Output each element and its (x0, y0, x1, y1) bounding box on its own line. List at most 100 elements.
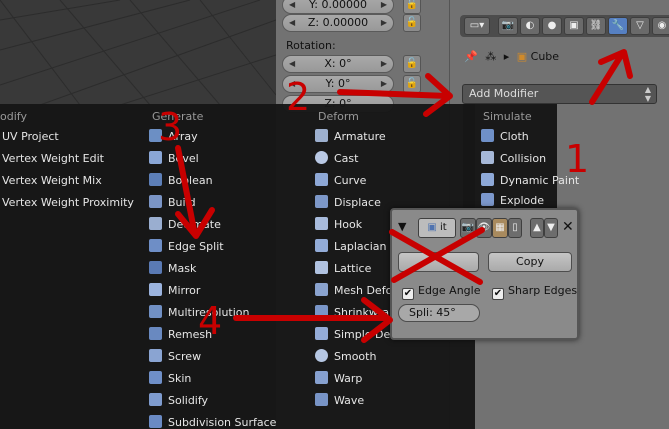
decrement-arrow-icon[interactable]: ◀ (289, 15, 295, 31)
boolean-icon (149, 173, 162, 186)
shrinkwrap-icon (315, 305, 328, 318)
menu-item-armature[interactable]: Armature (315, 126, 386, 148)
menu-item-smooth[interactable]: Smooth (315, 346, 376, 368)
menu-item-multiresolution[interactable]: Multiresolution (149, 302, 250, 324)
menu-item-wave[interactable]: Wave (315, 390, 364, 412)
remesh-icon (149, 327, 162, 340)
lock-icon[interactable]: 🔓 (403, 55, 421, 73)
menu-item-vertex-weight-edit[interactable]: Vertex Weight Edit (2, 148, 104, 170)
move-up-icon[interactable]: ▲ (530, 218, 544, 238)
modifier-name-field[interactable]: ▣ it (418, 218, 456, 238)
menu-item-boolean[interactable]: Boolean (149, 170, 213, 192)
menu-item-array[interactable]: Array (149, 126, 198, 148)
menu-item-bevel[interactable]: Bevel (149, 148, 199, 170)
build-icon (149, 195, 162, 208)
subdivision-surface-icon (149, 415, 162, 428)
lock-icon[interactable]: 🔓 (403, 75, 421, 93)
cloth-icon (481, 129, 494, 142)
render-toggle-icon[interactable]: 📷 (460, 218, 476, 238)
menu-item-lattice[interactable]: Lattice (315, 258, 371, 280)
scene-icon[interactable]: ◐ (520, 17, 540, 35)
location-z-field[interactable]: ◀ Z: 0.00000 ▶ (282, 14, 394, 32)
menu-item-hook[interactable]: Hook (315, 214, 362, 236)
collision-icon (481, 151, 494, 164)
decrement-arrow-icon[interactable]: ◀ (289, 76, 295, 92)
laplacian-smooth-icon (315, 239, 328, 252)
decimate-icon (149, 217, 162, 230)
menu-item-mirror[interactable]: Mirror (149, 280, 200, 302)
menu-item-mask[interactable]: Mask (149, 258, 196, 280)
bevel-icon (149, 151, 162, 164)
rotation-y-field[interactable]: ◀ Y: 0° ▶ (282, 75, 394, 93)
increment-arrow-icon[interactable]: ▶ (381, 15, 387, 31)
breadcrumb-separator: ▸ (503, 50, 510, 63)
material-icon[interactable]: ◉ (652, 17, 669, 35)
curve-icon (315, 173, 328, 186)
lock-icon[interactable]: 🔓 (403, 0, 421, 14)
menu-item-shrinkwrap[interactable]: Shrinkwrap (315, 302, 396, 324)
object-icon[interactable]: ▣ (564, 17, 584, 35)
rotation-x-field[interactable]: ◀ X: 0° ▶ (282, 55, 394, 73)
screw-icon (149, 349, 162, 362)
sharp-edges-checkbox[interactable]: ✔ Sharp Edges (492, 284, 577, 300)
lock-icon[interactable]: 🔓 (403, 14, 421, 32)
collapse-triangle-icon[interactable]: ▼ (398, 220, 406, 233)
menu-item-remesh[interactable]: Remesh (149, 324, 212, 346)
menu-item-warp[interactable]: Warp (315, 368, 362, 390)
smooth-icon (315, 349, 328, 362)
menu-item-decimate[interactable]: Decimate (149, 214, 221, 236)
menu-header-deform: Deform (318, 110, 359, 123)
data-icon[interactable]: ▽ (630, 17, 650, 35)
copy-button[interactable]: Copy (488, 252, 572, 272)
apply-button[interactable] (398, 252, 479, 272)
cube-icon: ▣ (516, 50, 528, 63)
pin-icon[interactable]: 📌 (464, 50, 478, 63)
menu-item-solidify[interactable]: Solidify (149, 390, 208, 412)
menu-item-cloth[interactable]: Cloth (481, 126, 529, 148)
menu-item-curve[interactable]: Curve (315, 170, 366, 192)
close-icon[interactable]: ✕ (562, 219, 574, 235)
menu-item-edge-split[interactable]: Edge Split (149, 236, 224, 258)
decrement-arrow-icon[interactable]: ◀ (289, 56, 295, 72)
modifiers-wrench-icon[interactable]: 🔧 (608, 17, 628, 35)
increment-arrow-icon[interactable]: ▶ (381, 56, 387, 72)
menu-item-uv-project[interactable]: UV Project (2, 126, 59, 148)
mirror-icon (149, 283, 162, 296)
menu-item-skin[interactable]: Skin (149, 368, 191, 390)
warp-icon (315, 371, 328, 384)
edge-angle-checkbox[interactable]: ✔ Edge Angle (402, 284, 480, 300)
add-modifier-dropdown[interactable]: Add Modifier ▲ ▼ (462, 84, 657, 104)
object-name: Cube (530, 50, 560, 63)
split-angle-slider[interactable]: Spli: 45° (398, 304, 480, 322)
move-down-icon[interactable]: ▼ (544, 218, 558, 238)
world-icon[interactable]: ● (542, 17, 562, 35)
menu-item-vertex-weight-proximity[interactable]: Vertex Weight Proximity (2, 192, 134, 214)
menu-item-displace[interactable]: Displace (315, 192, 381, 214)
viewport-grid (0, 0, 276, 105)
render-icon[interactable]: 📷 (498, 17, 518, 35)
menu-item-laplacian-smooth[interactable]: Laplacian S (315, 236, 397, 258)
editmode-toggle-icon[interactable]: ▦ (492, 218, 508, 238)
increment-arrow-icon[interactable]: ▶ (381, 76, 387, 92)
edge-split-icon: ▣ (427, 222, 437, 233)
increment-arrow-icon[interactable]: ▶ (381, 0, 387, 13)
modifier-header: ▼ ▣ it 📷 👁 ▦ ▯ ▲ ▼ ✕ (396, 218, 576, 238)
menu-item-subdivision-surface[interactable]: Subdivision Surface (149, 412, 276, 429)
decrement-arrow-icon[interactable]: ◀ (289, 0, 295, 13)
viewport-toggle-icon[interactable]: 👁 (476, 218, 492, 238)
hook-icon (315, 217, 328, 230)
edge-split-icon (149, 239, 162, 252)
location-y-field[interactable]: ◀ Y: 0.00000 ▶ (282, 0, 394, 14)
explode-icon (481, 193, 494, 206)
editor-type-icon[interactable]: ▭▾ (464, 17, 490, 35)
cage-toggle-icon[interactable]: ▯ (508, 218, 522, 238)
breadcrumb: 📌 ⁂ ▸ ▣ Cube (464, 50, 559, 68)
menu-item-vertex-weight-mix[interactable]: Vertex Weight Mix (2, 170, 102, 192)
menu-item-cast[interactable]: Cast (315, 148, 358, 170)
3d-viewport[interactable] (0, 0, 276, 105)
menu-item-screw[interactable]: Screw (149, 346, 201, 368)
menu-item-build[interactable]: Build (149, 192, 196, 214)
constraints-icon[interactable]: ⛓ (586, 17, 606, 35)
menu-item-collision[interactable]: Collision (481, 148, 546, 170)
menu-item-dynamic-paint[interactable]: Dynamic Paint (481, 170, 579, 192)
